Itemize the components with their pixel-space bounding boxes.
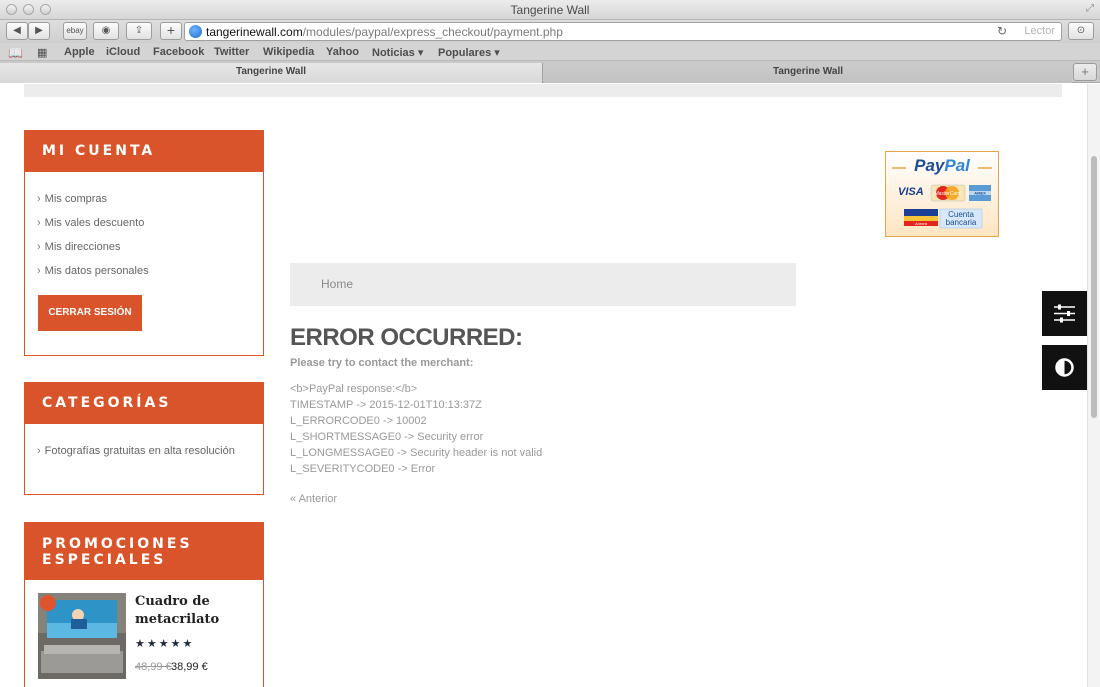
account-panel: MI CUENTA › Mis compras › Mis vales descue…	[24, 130, 264, 356]
categories-panel-title: CATEGORÍAS	[25, 383, 263, 424]
scrollbar-thumb[interactable]	[1091, 156, 1097, 418]
categories-menu: › Fotografías gratuitas en alta resolució…	[25, 424, 263, 457]
chevron-right-icon: ›	[37, 265, 41, 277]
promotions-panel: PROMOCIONES ESPECIALES Cuadro de metacri…	[24, 522, 264, 687]
category-item[interactable]: › Fotografías gratuitas en alta resolució…	[37, 445, 263, 457]
product-name[interactable]: Cuadro de metacrilato	[135, 593, 219, 629]
account-panel-title: MI CUENTA	[25, 131, 263, 172]
account-menu: › Mis compras › Mis vales descuento › Mis d…	[25, 172, 263, 277]
download-icon: ⊙	[1076, 25, 1086, 36]
bookmark-item[interactable]: Noticias ▾	[372, 46, 423, 59]
price-new: 38,99 €	[171, 661, 208, 673]
chevron-right-icon: ›	[37, 241, 41, 253]
window-titlebar: Tangerine Wall ⤢	[0, 0, 1100, 20]
price-old: 48,99 €	[135, 661, 172, 673]
menu-item-mis-direcciones[interactable]: › Mis direcciones	[37, 241, 263, 253]
reader-button[interactable]: Lector	[1024, 25, 1055, 37]
bookmark-item[interactable]: Wikipedia	[263, 46, 314, 58]
tab-bar: Tangerine Wall Tangerine Wall +	[0, 61, 1100, 83]
aurora-logo: Aurora	[914, 221, 928, 226]
globe-icon	[189, 25, 202, 38]
chevron-right-icon: ›	[37, 445, 41, 457]
response-line: L_ERRORCODE0 -> 10002	[290, 415, 427, 427]
download-button[interactable]: ⊙	[1068, 22, 1094, 40]
plus-icon: +	[166, 22, 176, 38]
paypal-response: <b>PayPal response:</b> TIMESTAMP -> 201…	[290, 381, 542, 477]
forward-arrow-icon: ▶	[35, 25, 43, 36]
reload-icon[interactable]: ↻	[997, 24, 1007, 38]
breadcrumb-home-link[interactable]: Home	[321, 277, 353, 291]
topsites-icon: ◉	[101, 25, 111, 36]
bookmark-item[interactable]: Twitter	[214, 46, 249, 58]
forward-button[interactable]: ▶	[28, 22, 50, 40]
amex-logo: AMEX	[974, 191, 986, 196]
svg-text:bancaria: bancaria	[946, 218, 977, 227]
page-content: MI CUENTA › Mis compras › Mis vales descue…	[0, 84, 1087, 687]
contrast-side-button[interactable]	[1042, 345, 1087, 390]
star-icon: ★	[170, 638, 183, 650]
error-subtitle: Please try to contact the merchant:	[290, 357, 474, 369]
share-icon: ⇪	[134, 25, 144, 36]
payment-cards: VISA MasterCard AMEX Aurora Cuenta banca…	[892, 167, 992, 229]
bookmark-item[interactable]: Yahoo	[326, 46, 359, 58]
ebay-button[interactable]: ebay	[63, 22, 87, 40]
categories-panel: CATEGORÍAS › Fotografías gratuitas en alt…	[24, 382, 264, 495]
bookmarks-bar: 📖 ▦ Apple iCloud Facebook Twitter Wikipe…	[0, 43, 1100, 61]
bookmark-item[interactable]: iCloud	[106, 46, 140, 58]
page-title: ERROR OCCURRED:	[290, 324, 523, 351]
visa-logo: VISA	[898, 186, 924, 198]
chevron-right-icon: ›	[37, 193, 41, 205]
response-line: <b>PayPal response:</b>	[290, 383, 418, 395]
url-host: tangerinewall.com	[206, 25, 303, 39]
star-icon: ★	[135, 638, 147, 650]
share-button[interactable]: ⇪	[126, 22, 152, 40]
star-icon: ★	[146, 638, 159, 650]
url-path: /modules/paypal/express_checkout/payment…	[302, 25, 563, 39]
url-bar[interactable]: tangerinewall.com/modules/paypal/express…	[184, 22, 1062, 41]
menu-item-mis-vales[interactable]: › Mis vales descuento	[37, 217, 263, 229]
add-tab-button[interactable]: +	[1073, 63, 1097, 81]
url-text: tangerinewall.com/modules/paypal/express…	[206, 25, 563, 39]
window-title: Tangerine Wall	[510, 3, 590, 17]
contrast-icon	[1055, 358, 1074, 377]
response-line: L_SEVERITYCODE0 -> Error	[290, 463, 436, 475]
paypal-badge[interactable]: PayPal VISA MasterCard AMEX Aurora Cuent…	[885, 151, 999, 237]
promotions-panel-title: PROMOCIONES ESPECIALES	[25, 523, 263, 580]
logout-button[interactable]: CERRAR SESIÓN	[38, 295, 142, 331]
topsites-button[interactable]: ◉	[93, 22, 119, 40]
tab-active[interactable]: Tangerine Wall	[0, 63, 543, 83]
mastercard-logo: MasterCard	[934, 191, 960, 197]
menu-item-mis-compras[interactable]: › Mis compras	[37, 193, 263, 205]
response-line: TIMESTAMP -> 2015-12-01T10:13:37Z	[290, 399, 482, 411]
menu-item-mis-datos[interactable]: › Mis datos personales	[37, 265, 263, 277]
bookmark-item[interactable]: Facebook	[153, 46, 204, 58]
star-icon: ★	[182, 638, 195, 650]
sliders-icon	[1054, 304, 1075, 323]
response-line: L_SHORTMESSAGE0 -> Security error	[290, 431, 484, 443]
product-rating: ★★★★★	[135, 637, 194, 650]
reading-list-icon[interactable]: 📖	[8, 46, 23, 60]
product-thumbnail[interactable]	[38, 593, 126, 679]
previous-link[interactable]: « Anterior	[290, 493, 337, 505]
star-icon: ★	[158, 638, 171, 650]
browser-toolbar: ◀ ▶ ebay ◉ ⇪ + tangerinewall.com/modules…	[0, 20, 1100, 43]
settings-side-button[interactable]	[1042, 291, 1087, 336]
header-strip	[24, 84, 1062, 97]
breadcrumb: Home	[290, 263, 796, 306]
fullscreen-icon[interactable]: ⤢	[1086, 3, 1094, 14]
grid-icon[interactable]: ▦	[37, 46, 47, 59]
back-arrow-icon: ◀	[13, 25, 21, 36]
new-tab-button[interactable]: +	[160, 22, 182, 40]
response-line: L_LONGMESSAGE0 -> Security header is not…	[290, 447, 543, 459]
bookmark-item[interactable]: Populares ▾	[438, 46, 500, 59]
back-button[interactable]: ◀	[6, 22, 28, 40]
plus-icon: +	[1081, 64, 1089, 79]
tab-inactive[interactable]: Tangerine Wall	[544, 63, 1072, 83]
chevron-right-icon: ›	[37, 217, 41, 229]
page-scrollbar[interactable]	[1087, 84, 1100, 687]
bookmark-item[interactable]: Apple	[64, 46, 95, 58]
promo-product[interactable]: Cuadro de metacrilato ★★★★★ 48,99 € 38,9…	[25, 580, 263, 687]
